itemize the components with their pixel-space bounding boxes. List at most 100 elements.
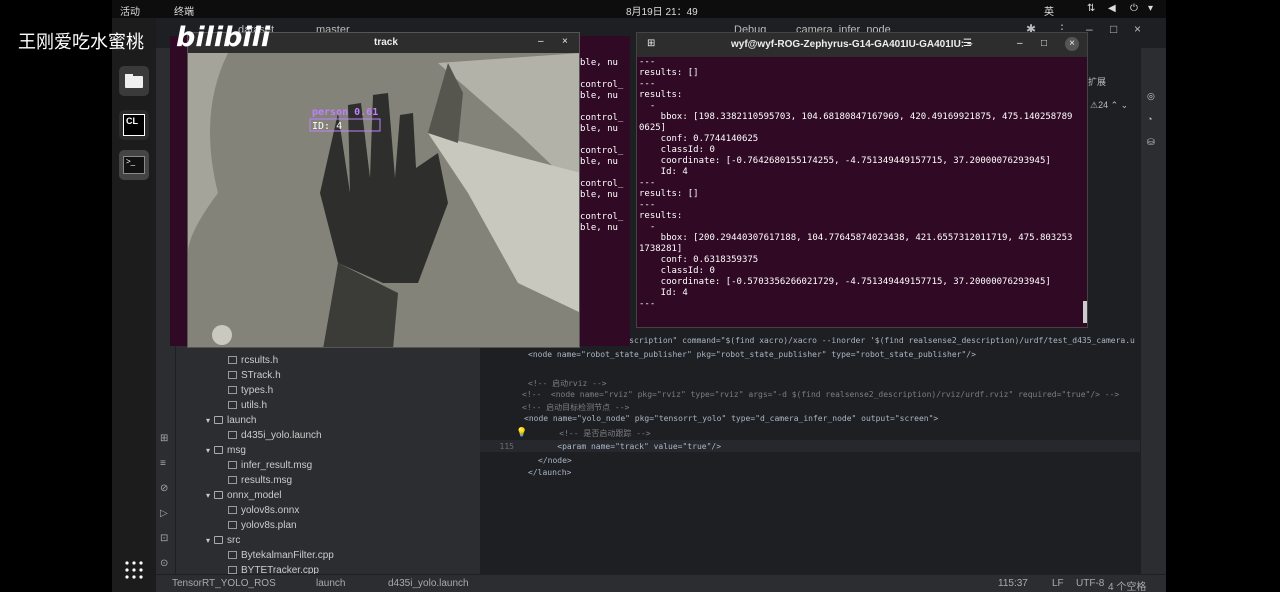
file-icon — [228, 506, 237, 514]
volume-icon[interactable]: ◀ — [1108, 3, 1116, 14]
chevron-down-icon: ▾ — [206, 491, 211, 500]
show-apps-icon[interactable] — [124, 560, 144, 580]
terminal-line: 0625] — [639, 123, 667, 133]
tree-file[interactable]: d435i_yolo.launch — [228, 429, 322, 443]
terminal-new-tab-icon[interactable]: ⊞ — [647, 38, 655, 49]
background-terminal-line: ble, nu — [580, 91, 618, 101]
terminal-line: coordinate: [-0.7642680155174255, -4.751… — [639, 156, 1051, 166]
terminal-line: Id: 4 — [639, 288, 688, 298]
terminal-line: --- — [639, 299, 656, 309]
tree-folder[interactable]: ▾ onnx_model — [206, 489, 282, 503]
track-minimize-icon[interactable]: – — [538, 36, 544, 47]
folder-icon — [214, 416, 224, 424]
terminal-line: coordinate: [-0.5703356266021729, -4.751… — [639, 277, 1051, 287]
copilot-icon[interactable]: ◎ — [1147, 91, 1155, 102]
maximize-icon[interactable]: □ — [1110, 22, 1117, 36]
file-icon — [228, 386, 237, 394]
detection-label: person 0.61 — [312, 107, 379, 118]
database-icon[interactable]: ⛁ — [1147, 137, 1155, 148]
code-line: <!-- 启动目标检测节点 --> — [522, 403, 630, 412]
services-icon[interactable]: ≡ — [160, 458, 166, 469]
tree-folder[interactable]: ▾ src — [206, 534, 240, 548]
status-crumb-file[interactable]: d435i_yolo.launch — [388, 578, 469, 589]
code-line: <node name="robot_state_publisher" pkg="… — [528, 350, 976, 359]
app-menu[interactable]: 终端 — [174, 3, 194, 18]
file-icon — [228, 476, 237, 484]
structure-icon[interactable]: ⊞ — [160, 433, 168, 444]
terminal-scrollbar[interactable] — [1083, 301, 1087, 323]
tree-file[interactable]: types.h — [228, 384, 273, 398]
background-terminal-line: ble, nu — [580, 157, 618, 167]
files-icon[interactable] — [119, 66, 149, 96]
problems-icon[interactable]: ⊘ — [160, 483, 168, 494]
tree-file[interactable]: results.msg — [228, 474, 292, 488]
tree-file[interactable]: BytekalmanFilter.cpp — [228, 549, 334, 563]
terminal-icon[interactable]: >_ — [119, 150, 149, 180]
line-number: 115 — [499, 442, 514, 451]
activities-button[interactable]: 活动 — [120, 3, 140, 18]
terminal-minimize-icon[interactable]: – — [1017, 38, 1023, 49]
status-project[interactable]: TensorRT_YOLO_ROS — [172, 578, 276, 589]
background-terminal-line: ble, nu — [580, 190, 618, 200]
folder-icon — [214, 491, 224, 499]
status-eol[interactable]: LF — [1052, 578, 1064, 589]
lightbulb-icon[interactable]: 💡 — [516, 428, 527, 438]
background-terminal-line: ble, nu — [580, 124, 618, 134]
screen: 活动 终端 8月19日 21：49 英 ⇅ ◀ ⏻ ▾ CL >_ datase… — [0, 0, 1280, 592]
code-line: <!-- <node name="rviz" pkg="rviz" type="… — [522, 390, 1120, 399]
terminal-line: --- — [639, 178, 656, 188]
background-terminal-line: control_ — [580, 212, 624, 222]
tree-file[interactable]: rcsults.h — [228, 354, 278, 368]
terminal-line: Id: 4 — [639, 167, 688, 177]
code-line: </node> — [538, 456, 572, 465]
track-window[interactable]: track – × person 0.61 ID: 4 — [187, 32, 580, 348]
tree-file[interactable]: yolov8s.onnx — [228, 504, 299, 518]
terminal-line: results: [] — [639, 68, 699, 78]
tree-file[interactable]: infer_result.msg — [228, 459, 312, 473]
clion-icon[interactable]: CL — [119, 110, 149, 140]
watermark-username: 王刚爱吃水蜜桃 — [18, 32, 144, 53]
close-icon[interactable]: × — [1134, 22, 1141, 36]
power-icon[interactable]: ⏻ — [1130, 3, 1138, 14]
track-close-icon[interactable]: × — [562, 36, 568, 47]
terminal-title: wyf@wyf-ROG-Zephyrus-G14-GA401IU-GA401IU… — [731, 39, 973, 50]
run-icon[interactable]: ▷ — [160, 508, 168, 519]
background-terminal-text: ble, nu control_ ble, nu control_ ble, nu con… — [580, 58, 623, 245]
terminal-line: conf: 0.6318359375 — [639, 255, 759, 265]
status-position[interactable]: 115:37 — [998, 578, 1028, 589]
clock[interactable]: 8月19日 21：49 — [626, 3, 698, 18]
terminal-line: conf: 0.7744140625 — [639, 134, 759, 144]
notification-icon[interactable]: ◔ — [1147, 114, 1152, 124]
status-crumb-launch[interactable]: launch — [316, 578, 345, 589]
tree-file[interactable]: yolov8s.plan — [228, 519, 297, 533]
terminal-menu-icon[interactable]: ☰ — [963, 38, 972, 49]
status-encoding[interactable]: UTF-8 — [1076, 578, 1104, 589]
file-icon — [228, 401, 237, 409]
tree-folder[interactable]: ▾ launch — [206, 414, 256, 428]
dropdown-icon[interactable]: ▾ — [1148, 3, 1153, 14]
track-id-label: ID: 4 — [312, 121, 343, 132]
status-indent[interactable]: 4 个空格 — [1108, 578, 1146, 592]
tree-file[interactable]: utils.h — [228, 399, 267, 413]
background-terminal-line: control_ — [580, 179, 624, 189]
git-icon[interactable]: ⊡ — [160, 533, 168, 544]
input-method[interactable]: 英 — [1044, 3, 1054, 18]
terminal-line: bbox: [198.3382110595703, 104.6818084716… — [639, 112, 1073, 122]
terminal-line: --- — [639, 57, 656, 67]
tree-file[interactable]: STrack.h — [228, 369, 281, 383]
terminal-output[interactable]: --- results: [] --- results: - bbox: [198.3… — [637, 57, 1087, 327]
terminal-line: - — [639, 101, 656, 111]
terminal-line: results: — [639, 211, 683, 221]
background-terminal-line: control_ — [580, 146, 624, 156]
chevron-down-icon: ▾ — [206, 446, 211, 455]
file-icon — [228, 431, 237, 439]
terminal-maximize-icon[interactable]: □ — [1041, 38, 1047, 49]
terminal-window[interactable]: ⊞ wyf@wyf-ROG-Zephyrus-G14-GA401IU-GA401… — [636, 32, 1088, 328]
bilibili-logo: bilibili — [176, 22, 271, 53]
terminal-tool-icon[interactable]: ⊙ — [160, 558, 168, 569]
terminal-close-icon[interactable]: × — [1065, 37, 1079, 51]
warnings-count[interactable]: ⚠24 ⌃ ⌄ — [1090, 100, 1128, 111]
code-line: </launch> — [528, 468, 572, 477]
tree-folder[interactable]: ▾ msg — [206, 444, 246, 458]
network-icon[interactable]: ⇅ — [1087, 3, 1095, 14]
